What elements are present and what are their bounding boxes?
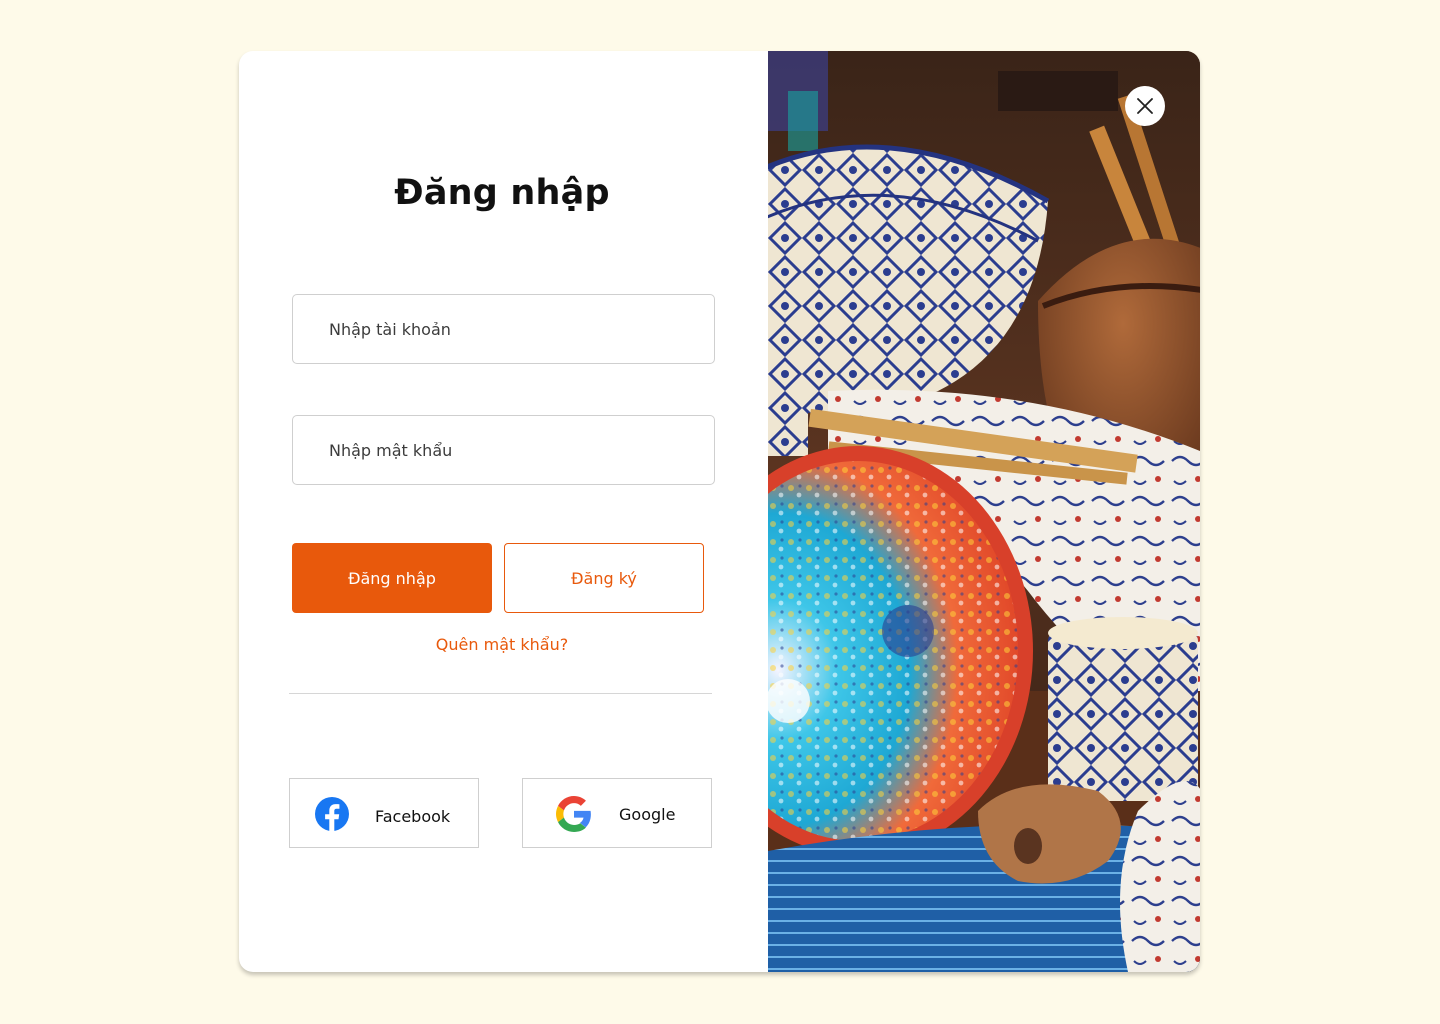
facebook-icon <box>315 797 349 832</box>
close-button[interactable] <box>1125 86 1165 126</box>
register-button[interactable]: Đăng ký <box>504 543 704 613</box>
forgot-password-link[interactable]: Quên mật khẩu? <box>239 635 765 654</box>
google-icon <box>556 796 591 832</box>
page-title: Đăng nhập <box>394 173 610 213</box>
login-form-panel: Đăng nhập Đăng nhập Đăng ký Quên mật khẩ… <box>239 51 768 972</box>
ceramics-illustration <box>768 51 1200 972</box>
login-modal: Đăng nhập Đăng nhập Đăng ký Quên mật khẩ… <box>239 51 1200 972</box>
divider <box>289 693 712 694</box>
login-button-label: Đăng nhập <box>348 568 436 588</box>
google-login-button[interactable]: Google <box>522 778 712 848</box>
login-button[interactable]: Đăng nhập <box>292 543 492 613</box>
register-button-label: Đăng ký <box>571 568 637 588</box>
google-label: Google <box>619 805 676 824</box>
facebook-login-button[interactable]: Facebook <box>289 778 479 848</box>
password-input[interactable] <box>292 415 715 485</box>
username-input[interactable] <box>292 294 715 364</box>
facebook-label: Facebook <box>375 807 451 826</box>
close-icon <box>1137 98 1153 114</box>
ceramics-photo <box>768 51 1200 972</box>
